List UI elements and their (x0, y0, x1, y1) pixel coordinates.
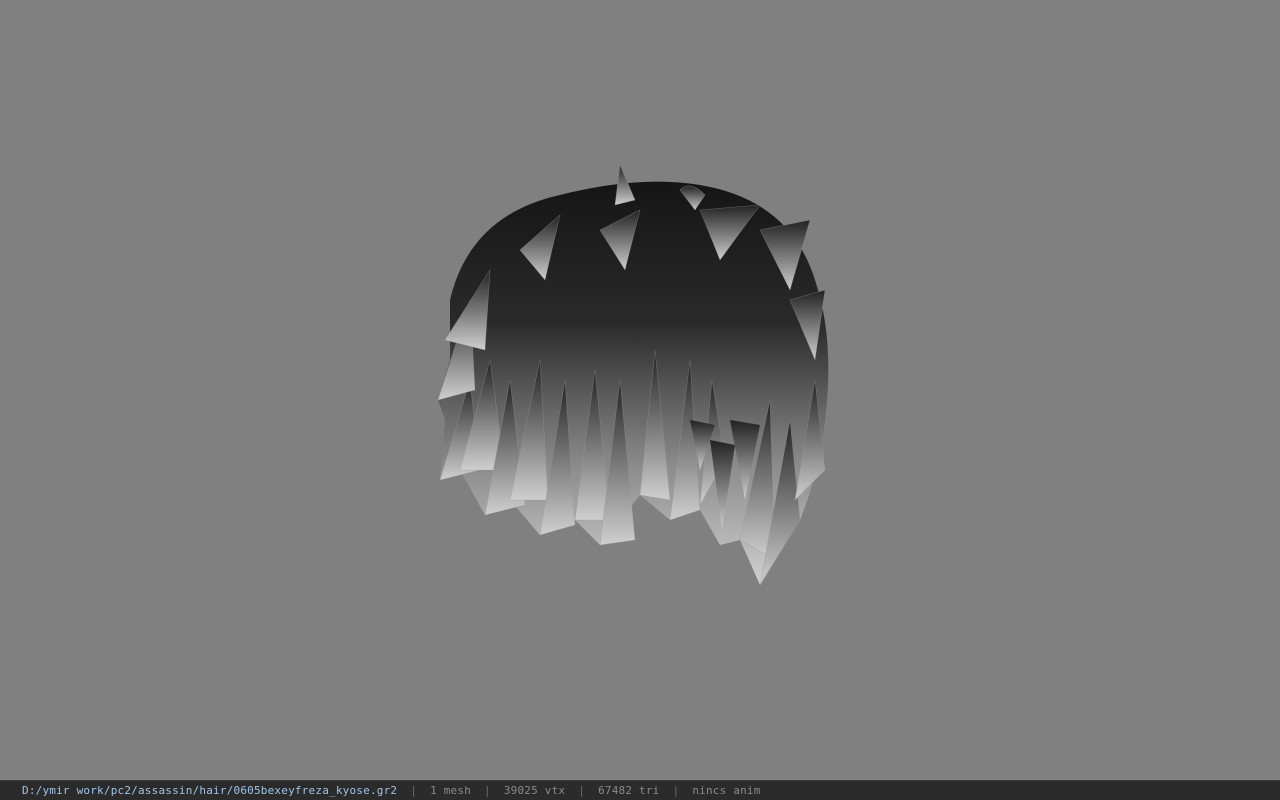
status-separator: | (578, 784, 586, 797)
model-file-path: D:/ymir work/pc2/assassin/hair/0605bexey… (22, 784, 398, 797)
status-separator: | (484, 784, 491, 797)
animation-status: nincs anim (692, 784, 761, 797)
vertex-count: 39025 vtx (503, 784, 566, 797)
hair-model-render (437, 163, 829, 586)
status-bar: D:/ymir work/pc2/assassin/hair/0605bexey… (0, 780, 1280, 800)
status-separator: | (672, 784, 680, 797)
triangle-count: 67482 tri (598, 784, 660, 797)
mesh-count: 1 mesh (430, 784, 472, 797)
status-separator: | (410, 784, 418, 797)
3d-viewport[interactable] (0, 0, 1280, 780)
